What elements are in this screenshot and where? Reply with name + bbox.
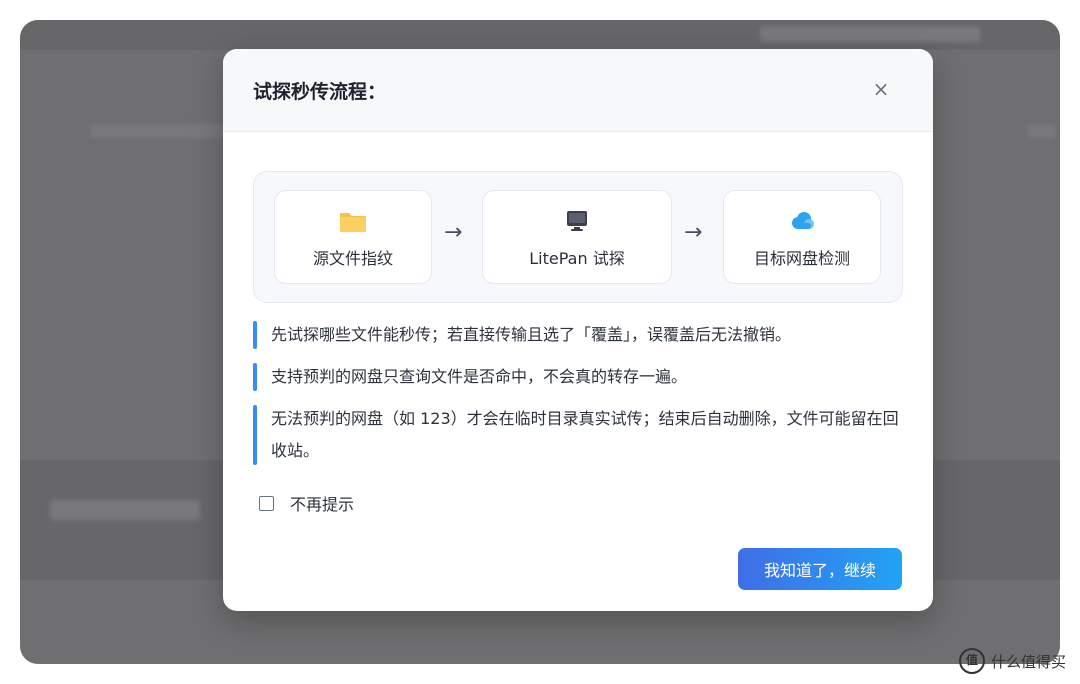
- dialog-title: 试探秒传流程：: [253, 81, 387, 103]
- flow-step-label: LitePan 试探: [529, 249, 625, 268]
- flow-arrow: →: [444, 220, 463, 245]
- dialog-header: 试探秒传流程： ×: [223, 49, 933, 132]
- flow-step-label: 源文件指纹: [312, 249, 393, 268]
- cloud-icon: [792, 212, 814, 229]
- flow-diagram: 源文件指纹 → LitePan 试探 → 目标网盘检测: [253, 171, 903, 303]
- folder-icon: [340, 213, 366, 232]
- note-item: 支持预判的网盘只查询文件是否命中，不会真的转存一遍。: [253, 361, 903, 393]
- flow-step-litepan: LitePan 试探: [482, 190, 672, 284]
- flow-step-target: 目标网盘检测: [723, 190, 881, 284]
- confirm-continue-button[interactable]: 我知道了，继续: [738, 548, 902, 590]
- watermark: 值 什么值得买: [958, 648, 1066, 674]
- dont-show-again-row[interactable]: 不再提示: [259, 491, 354, 515]
- flow-step-label: 目标网盘检测: [753, 249, 850, 268]
- monitor-icon: [567, 211, 587, 231]
- dialog: 试探秒传流程： × 源文件指纹 → LitePan 试探 → 目标网盘检测 先试…: [223, 49, 933, 611]
- notes-list: 先试探哪些文件能秒传；若直接传输且选了「覆盖」，误覆盖后无法撤销。 支持预判的网…: [253, 319, 903, 477]
- note-item: 先试探哪些文件能秒传；若直接传输且选了「覆盖」，误覆盖后无法撤销。: [253, 319, 903, 351]
- watermark-text: 什么值得买: [990, 652, 1066, 671]
- close-button[interactable]: ×: [869, 77, 893, 101]
- watermark-logo-icon: 值: [958, 648, 985, 674]
- note-item: 无法预判的网盘（如 123）才会在临时目录真实试传；结束后自动删除，文件可能留在…: [253, 403, 903, 467]
- flow-arrow: →: [684, 220, 703, 245]
- flow-step-source: 源文件指纹: [274, 190, 432, 284]
- dont-show-again-label[interactable]: 不再提示: [290, 491, 354, 515]
- dont-show-again-checkbox[interactable]: [259, 495, 274, 511]
